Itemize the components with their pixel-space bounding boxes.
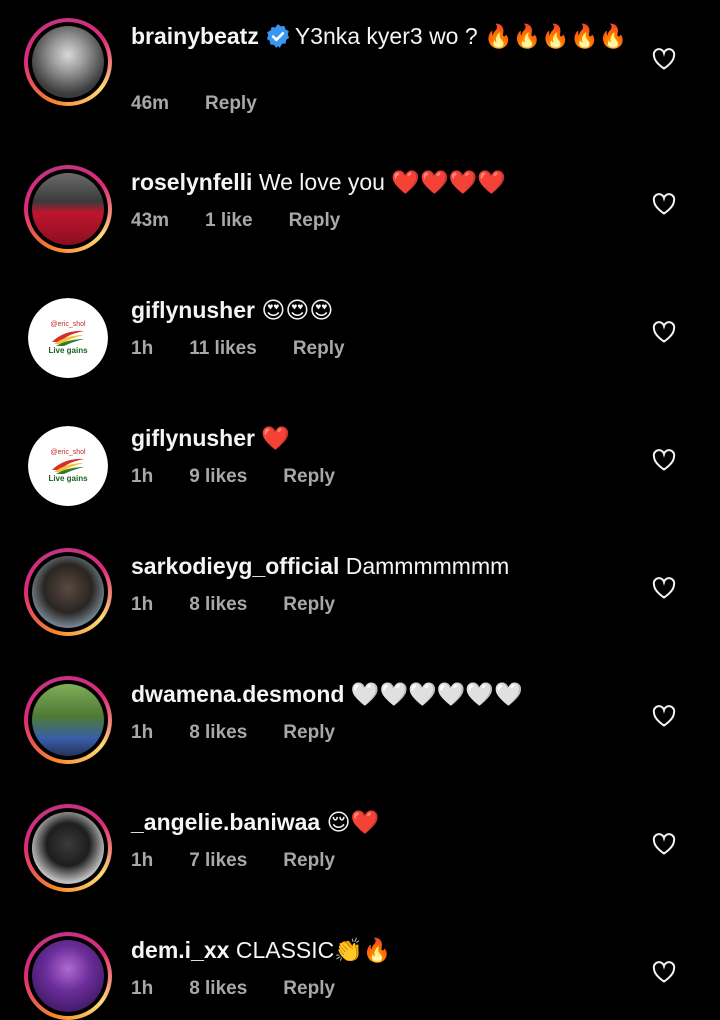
reply-button[interactable]: Reply	[283, 850, 335, 872]
comment-emoji: 😍😍😍	[261, 298, 334, 324]
comment-username[interactable]: giflynusher	[131, 425, 255, 451]
reply-button[interactable]: Reply	[205, 93, 257, 115]
avatar[interactable]: @eric_shol Live gains	[24, 294, 112, 382]
avatar[interactable]	[24, 676, 112, 764]
comment-username[interactable]: dem.i_xx	[131, 937, 229, 963]
heart-icon[interactable]	[652, 48, 676, 70]
comment-username[interactable]: giflynusher	[131, 297, 255, 323]
comment-username[interactable]: _angelie.baniwaa	[131, 809, 320, 835]
comment-emoji: 😌❤️	[326, 810, 380, 836]
avatar[interactable]	[24, 804, 112, 892]
avatar[interactable]: @eric_shol Live gains	[24, 422, 112, 510]
flag-swoosh-icon	[52, 330, 84, 346]
avatar-logo-handle: @eric_shol	[50, 321, 86, 328]
comment-username[interactable]: sarkodieyg_official	[131, 553, 339, 579]
reply-button[interactable]: Reply	[283, 466, 335, 488]
reply-button[interactable]: Reply	[283, 594, 335, 616]
comment-emoji: ❤️❤️❤️❤️	[391, 170, 506, 196]
comment-username[interactable]: roselynfelli	[131, 169, 252, 195]
likes-count[interactable]: 8 likes	[189, 978, 247, 1000]
comment-emoji: 🔥🔥🔥🔥🔥	[484, 24, 628, 50]
avatar-logo-caption: Live gains	[48, 346, 88, 355]
comment-time: 1h	[131, 850, 154, 871]
comment-emoji: 👏🔥	[334, 938, 392, 964]
heart-icon[interactable]	[652, 577, 676, 599]
comment-username[interactable]: brainybeatz	[131, 23, 259, 49]
heart-icon[interactable]	[652, 449, 676, 471]
comment-time: 1h	[131, 978, 154, 999]
reply-button[interactable]: Reply	[293, 338, 345, 360]
comment-time: 1h	[131, 722, 154, 743]
flag-swoosh-icon	[52, 458, 84, 474]
comment-username[interactable]: dwamena.desmond	[131, 681, 344, 707]
likes-count[interactable]: 11 likes	[189, 338, 257, 360]
avatar[interactable]	[24, 18, 112, 106]
comment-time: 43m	[131, 210, 170, 231]
heart-icon[interactable]	[652, 961, 676, 983]
avatar[interactable]	[24, 548, 112, 636]
heart-icon[interactable]	[652, 705, 676, 727]
likes-count[interactable]: 8 likes	[189, 594, 247, 616]
comment-time: 1h	[131, 466, 154, 487]
likes-count[interactable]: 8 likes	[189, 722, 247, 744]
comment-text: Y3nka kyer3 wo ?	[294, 23, 478, 49]
heart-icon[interactable]	[652, 193, 676, 215]
likes-count[interactable]: 7 likes	[189, 850, 247, 872]
heart-icon[interactable]	[652, 833, 676, 855]
comment-text: CLASSIC	[235, 937, 335, 963]
avatar-logo-caption: Live gains	[48, 474, 88, 483]
reply-button[interactable]: Reply	[289, 210, 341, 232]
comment-text: Dammmmmmm	[345, 553, 510, 579]
comment-time: 1h	[131, 338, 154, 359]
likes-count[interactable]: 1 like	[205, 210, 253, 232]
comment-emoji: ❤️	[261, 426, 290, 452]
comment-emoji: 🤍🤍🤍🤍🤍🤍	[350, 682, 523, 708]
comment-time: 1h	[131, 594, 154, 615]
avatar[interactable]	[24, 932, 112, 1020]
avatar-logo-handle: @eric_shol	[50, 449, 86, 456]
reply-button[interactable]: Reply	[283, 722, 335, 744]
reply-button[interactable]: Reply	[283, 978, 335, 1000]
comment-text: We love you	[258, 169, 385, 195]
likes-count[interactable]: 9 likes	[189, 466, 247, 488]
verified-badge-icon	[266, 24, 289, 48]
heart-icon[interactable]	[652, 321, 676, 343]
comment-time: 46m	[131, 93, 170, 114]
avatar[interactable]	[24, 165, 112, 253]
